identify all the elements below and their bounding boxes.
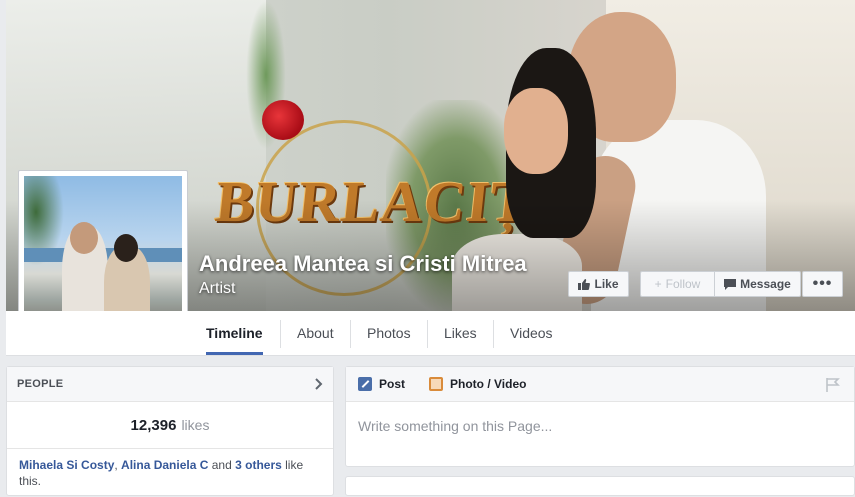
friends-and-text: and (208, 458, 236, 472)
facebook-page: BURLACIȚA Andreea Mantea si Cristi Mitre… (0, 0, 855, 496)
tab-videos[interactable]: Videos (510, 311, 553, 355)
thumbs-up-icon (578, 278, 591, 290)
friend-link[interactable]: Mihaela Si Costy (19, 458, 114, 472)
composer-tab-photo-video[interactable]: Photo / Video (429, 377, 526, 391)
tab-about[interactable]: About (297, 311, 334, 355)
composer-tab-label: Post (379, 377, 406, 391)
plus-icon: + (654, 277, 662, 291)
photo-icon (429, 377, 444, 391)
composer-tabs: Post Photo / Video (346, 367, 854, 402)
page-title[interactable]: Andreea Mantea si Cristi Mitrea (199, 251, 527, 277)
profile-photo-woman-head (114, 234, 138, 262)
others-link[interactable]: 3 others (235, 458, 282, 472)
more-options-button[interactable]: ••• (802, 271, 843, 297)
flag-icon[interactable] (826, 378, 840, 392)
page-nav-bar (6, 311, 855, 356)
tab-divider (427, 320, 428, 348)
like-button-label: Like (594, 277, 619, 291)
likes-count: 12,396 (130, 416, 177, 434)
tab-photos[interactable]: Photos (367, 311, 411, 355)
composer-input[interactable]: Write something on this Page... (346, 402, 854, 450)
tab-timeline[interactable]: Timeline (206, 311, 263, 355)
people-card: PEOPLE 12,396 likes Mihaela Si Costy, Al… (6, 366, 334, 496)
composer-tab-label: Photo / Video (450, 377, 527, 391)
friend-link[interactable]: Alina Daniela C (121, 458, 208, 472)
like-button[interactable]: Like (568, 271, 629, 297)
tab-label: About (297, 325, 334, 341)
message-button-label: Message (740, 277, 791, 291)
cover-woman-face (504, 88, 568, 174)
tab-label: Photos (367, 325, 411, 341)
chevron-right-icon[interactable] (315, 378, 323, 390)
likes-label: likes (181, 417, 210, 433)
rose-icon (262, 100, 304, 140)
more-icon: ••• (812, 275, 833, 292)
tab-label: Likes (444, 325, 477, 341)
page-category[interactable]: Artist (199, 280, 235, 298)
people-card-header[interactable]: PEOPLE (7, 367, 333, 402)
tab-divider (280, 320, 281, 348)
follow-button[interactable]: + Follow (640, 271, 714, 297)
follow-button-label: Follow (665, 277, 701, 291)
composer-tab-post[interactable]: Post (358, 377, 405, 391)
friends-who-like: Mihaela Si Costy, Alina Daniela C and 3 … (19, 458, 304, 488)
tab-label: Videos (510, 325, 553, 341)
message-button[interactable]: Message (714, 271, 801, 297)
people-card-title: PEOPLE (17, 378, 64, 390)
tab-divider (493, 320, 494, 348)
tab-divider (350, 320, 351, 348)
message-icon (724, 278, 737, 290)
tab-label: Timeline (206, 325, 263, 341)
tab-likes[interactable]: Likes (444, 311, 477, 355)
post-composer: Post Photo / Video Write something on th… (345, 366, 855, 467)
next-card (345, 476, 855, 496)
page-likes-summary: 12,396 likes (7, 402, 333, 449)
pencil-icon (358, 377, 372, 391)
profile-photo-man-head (70, 222, 98, 254)
